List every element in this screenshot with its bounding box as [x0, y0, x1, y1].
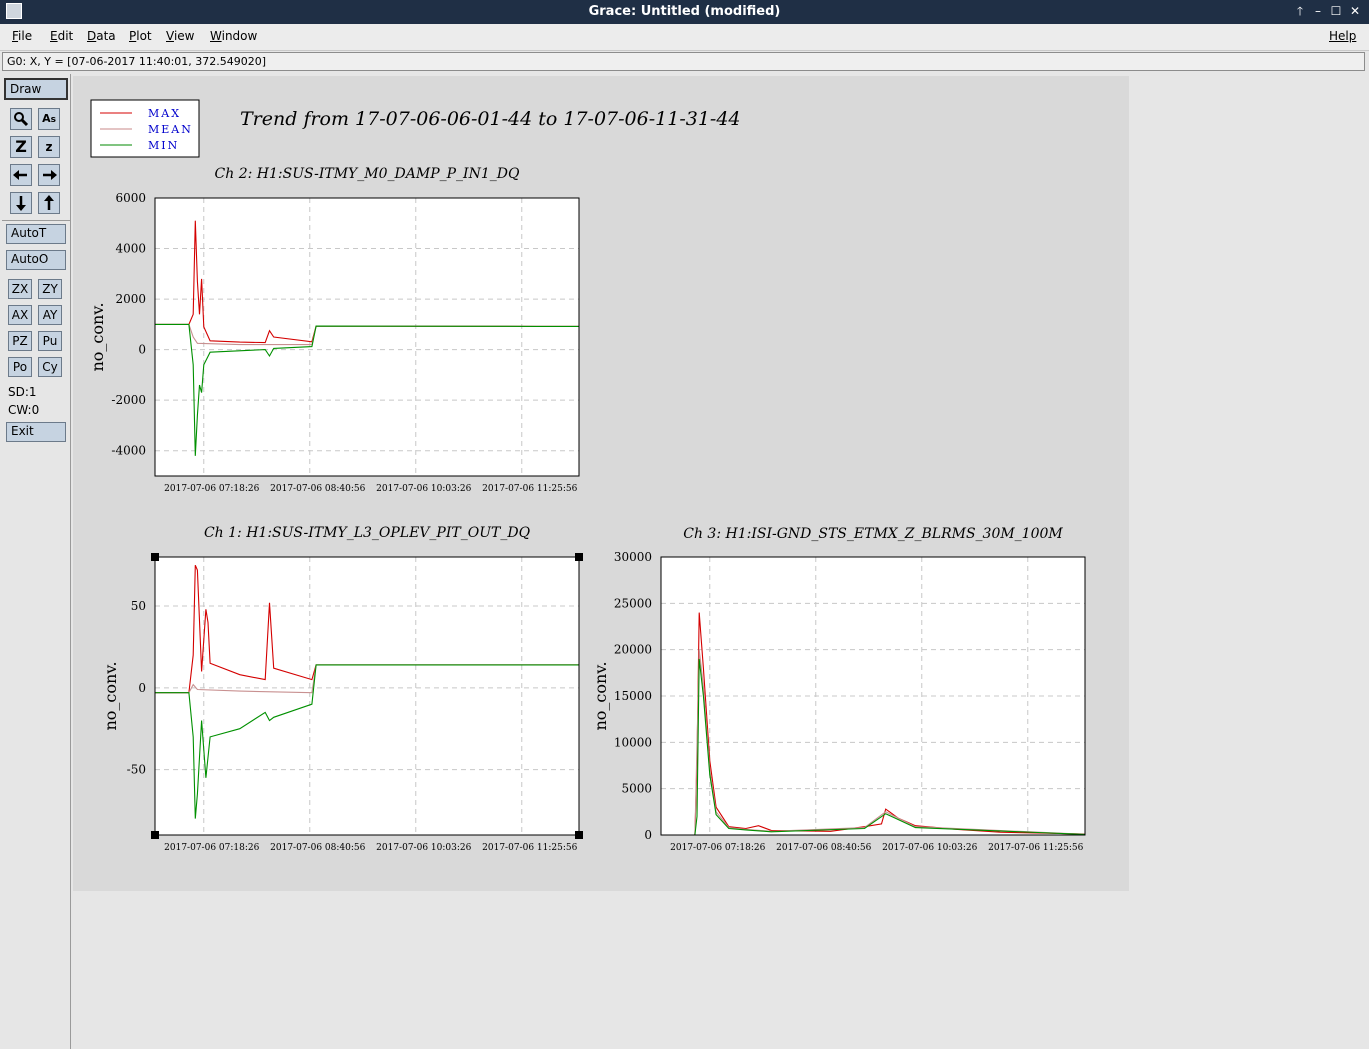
y-tick-label: -50	[127, 763, 146, 777]
y-axis-label: no_conv.	[101, 661, 120, 730]
chart-title: Ch 2: H1:SUS-ITMY_M0_DAMP_P_IN1_DQ	[215, 166, 520, 182]
selection-handle[interactable]	[575, 831, 583, 839]
x-tick-label: 2017-07-06 07:18:26	[164, 484, 259, 494]
x-tick-label: 2017-07-06 11:25:56	[988, 843, 1083, 853]
y-tick-label: -4000	[111, 444, 146, 458]
y-tick-label: 0	[138, 343, 146, 357]
x-tick-label: 2017-07-06 10:03:26	[376, 484, 471, 494]
x-tick-label: 2017-07-06 08:40:56	[270, 484, 365, 494]
y-tick-label: 20000	[614, 643, 652, 657]
x-tick-label: 2017-07-06 10:03:26	[882, 843, 977, 853]
legend-label-min: MIN	[148, 139, 179, 152]
x-tick-label: 2017-07-06 11:25:56	[482, 843, 577, 853]
y-tick-label: 25000	[614, 596, 652, 610]
y-tick-label: 50	[131, 599, 146, 613]
y-tick-label: 0	[644, 828, 652, 842]
chart-ch1[interactable]: 2017-07-06 07:18:26 2017-07-06 08:40:56 20…	[101, 525, 583, 853]
y-tick-label: 4000	[115, 242, 146, 256]
plot-area[interactable]	[154, 197, 580, 477]
plot-title: Trend from 17-07-06-06-01-44 to 17-07-06…	[240, 108, 741, 130]
y-tick-label: 2000	[115, 292, 146, 306]
x-tick-label: 2017-07-06 11:25:56	[482, 484, 577, 494]
y-tick-label: -2000	[111, 393, 146, 407]
plot-canvas[interactable]: MAX MEAN MIN Trend from 17-07-06-06-01-4…	[0, 0, 1369, 1049]
chart-ch3[interactable]: 2017-07-06 07:18:26 2017-07-06 08:40:56 20…	[591, 526, 1086, 853]
y-tick-label: 5000	[621, 782, 652, 796]
selection-handle[interactable]	[151, 831, 159, 839]
y-tick-label: 10000	[614, 735, 652, 749]
chart-title: Ch 3: H1:ISI-GND_STS_ETMX_Z_BLRMS_30M_10…	[683, 526, 1063, 542]
x-tick-label: 2017-07-06 10:03:26	[376, 843, 471, 853]
y-tick-label: 30000	[614, 550, 652, 564]
x-tick-label: 2017-07-06 08:40:56	[776, 843, 871, 853]
y-tick-label: 6000	[115, 191, 146, 205]
legend-label-max: MAX	[148, 107, 181, 120]
y-axis-label: no_conv.	[88, 302, 107, 371]
plot-area[interactable]	[154, 556, 580, 836]
selection-handle[interactable]	[575, 553, 583, 561]
chart-title: Ch 1: H1:SUS-ITMY_L3_OPLEV_PIT_OUT_DQ	[204, 525, 531, 541]
y-tick-label: 0	[138, 681, 146, 695]
y-axis-label: no_conv.	[591, 661, 610, 730]
chart-ch2[interactable]: 2017-07-06 07:18:26 2017-07-06 08:40:56 20…	[88, 166, 580, 494]
legend-label-mean: MEAN	[148, 123, 193, 136]
x-tick-label: 2017-07-06 08:40:56	[270, 843, 365, 853]
x-tick-label: 2017-07-06 07:18:26	[670, 843, 765, 853]
selection-handle[interactable]	[151, 553, 159, 561]
x-tick-label: 2017-07-06 07:18:26	[164, 843, 259, 853]
y-tick-label: 15000	[614, 689, 652, 703]
